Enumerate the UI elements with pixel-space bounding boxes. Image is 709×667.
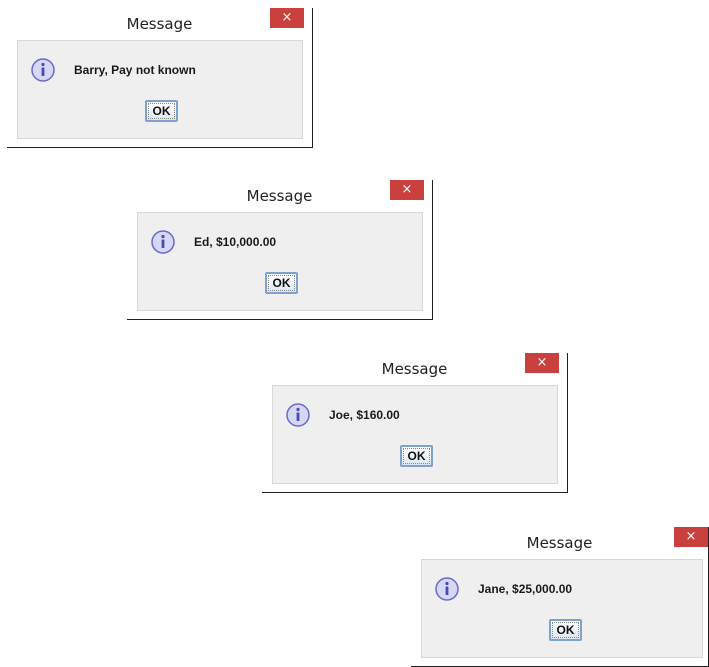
dialog-title: Message <box>526 534 593 552</box>
close-button[interactable]: × <box>525 353 559 373</box>
info-icon <box>435 577 459 601</box>
ok-button-label: OK <box>552 622 579 638</box>
info-icon <box>151 230 175 254</box>
message-dialog-1: Message × Barry, Pay not known OK <box>7 8 313 148</box>
ok-button-label: OK <box>268 275 295 291</box>
dialog-content: Joe, $160.00 OK <box>272 385 558 484</box>
close-icon: × <box>685 529 697 544</box>
dialog-title: Message <box>246 187 313 205</box>
dialog-content: Jane, $25,000.00 OK <box>421 559 703 658</box>
message-dialog-3: Message × Joe, $160.00 OK <box>262 353 568 493</box>
ok-button[interactable]: OK <box>549 619 582 641</box>
close-button[interactable]: × <box>674 527 708 547</box>
dialog-content: Ed, $10,000.00 OK <box>137 212 423 311</box>
close-button[interactable]: × <box>390 180 424 200</box>
info-icon <box>31 58 55 82</box>
dialog-title: Message <box>126 15 193 33</box>
dialog-message: Ed, $10,000.00 <box>194 235 277 249</box>
ok-button-label: OK <box>403 448 430 464</box>
message-dialog-2: Message × Ed, $10,000.00 OK <box>127 180 433 320</box>
close-icon: × <box>281 10 293 25</box>
ok-button[interactable]: OK <box>400 445 433 467</box>
ok-button[interactable]: OK <box>265 272 298 294</box>
dialog-title: Message <box>381 360 448 378</box>
dialog-content: Barry, Pay not known OK <box>17 40 303 139</box>
message-dialog-4: Message × Jane, $25,000.00 OK <box>411 527 709 667</box>
dialog-message: Jane, $25,000.00 <box>478 582 573 596</box>
dialog-message: Barry, Pay not known <box>74 63 196 77</box>
close-icon: × <box>401 182 413 197</box>
ok-button-label: OK <box>148 103 175 119</box>
dialog-titlebar[interactable]: Message × <box>127 180 432 213</box>
dialog-message: Joe, $160.00 <box>329 408 400 422</box>
dialog-titlebar[interactable]: Message × <box>7 8 312 41</box>
close-icon: × <box>536 355 548 370</box>
ok-button[interactable]: OK <box>145 100 178 122</box>
dialog-titlebar[interactable]: Message × <box>262 353 567 386</box>
dialog-titlebar[interactable]: Message × <box>411 527 708 560</box>
info-icon <box>286 403 310 427</box>
close-button[interactable]: × <box>270 8 304 28</box>
